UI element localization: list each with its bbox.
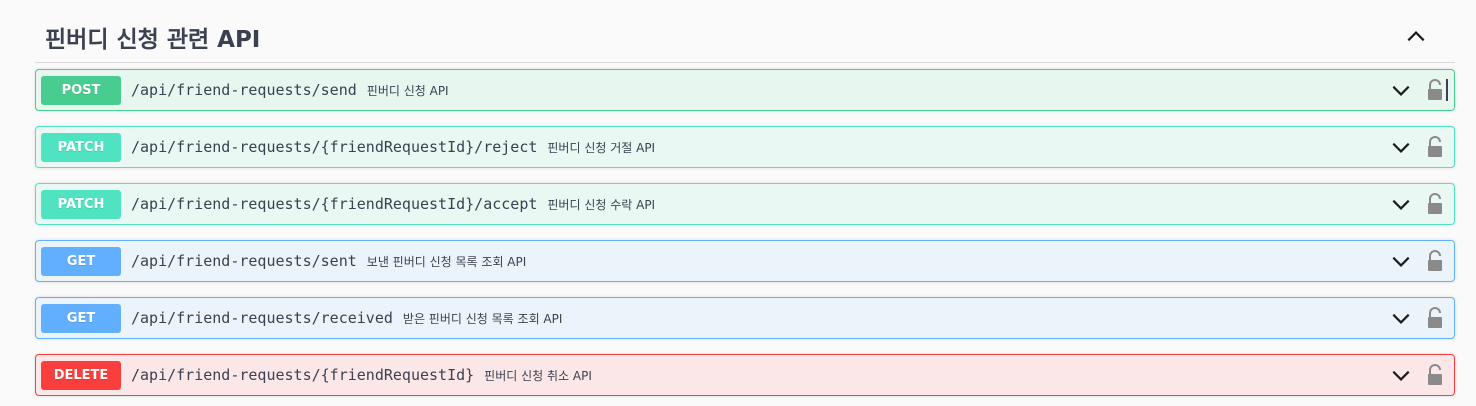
operation-delete-cancel[interactable]: DELETE /api/friend-requests/{friendReque… xyxy=(35,354,1455,396)
operation-path: /api/friend-requests/received xyxy=(131,309,393,327)
operation-path: /api/friend-requests/{friendRequestId}/a… xyxy=(131,195,538,213)
chevron-up-icon[interactable] xyxy=(1405,26,1427,48)
method-badge: PATCH xyxy=(41,189,121,219)
operation-summary: 핀버디 신청 취소 API xyxy=(484,368,592,383)
lock-icon[interactable] xyxy=(1426,307,1444,329)
operation-summary: 보낸 핀버디 신청 목록 조회 API xyxy=(366,254,527,269)
operation-summary: 핀버디 신청 수락 API xyxy=(547,197,656,212)
chevron-down-icon[interactable] xyxy=(1390,250,1412,272)
chevron-down-icon[interactable] xyxy=(1390,364,1412,386)
operation-summary: 핀버디 신청 거절 API xyxy=(547,140,656,155)
lock-icon[interactable] xyxy=(1426,250,1444,272)
method-badge: PATCH xyxy=(41,132,121,162)
lock-icon[interactable] xyxy=(1426,364,1444,386)
operation-post-send[interactable]: POST /api/friend-requests/send 핀버디 신청 AP… xyxy=(35,69,1455,111)
method-badge: DELETE xyxy=(41,360,121,390)
operation-path: /api/friend-requests/sent xyxy=(131,252,357,270)
tag-title[interactable]: 핀버디 신청 관련 API xyxy=(45,20,260,54)
tag-header[interactable]: 핀버디 신청 관련 API xyxy=(35,0,1455,63)
chevron-down-icon[interactable] xyxy=(1390,79,1412,101)
operation-get-sent[interactable]: GET /api/friend-requests/sent 보낸 핀버디 신청 … xyxy=(35,240,1455,282)
operation-path: /api/friend-requests/{friendRequestId}/r… xyxy=(131,138,538,156)
operation-path: /api/friend-requests/{friendRequestId} xyxy=(131,366,475,384)
chevron-down-icon[interactable] xyxy=(1390,307,1412,329)
lock-icon[interactable] xyxy=(1426,79,1444,101)
text-cursor xyxy=(1446,79,1448,101)
lock-icon[interactable] xyxy=(1426,193,1444,215)
operation-summary: 핀버디 신청 API xyxy=(366,83,449,98)
method-badge: GET xyxy=(41,246,121,276)
chevron-down-icon[interactable] xyxy=(1390,136,1412,158)
method-badge: GET xyxy=(41,303,121,333)
operation-summary: 받은 핀버디 신청 목록 조회 API xyxy=(402,311,563,326)
operation-patch-accept[interactable]: PATCH /api/friend-requests/{friendReques… xyxy=(35,183,1455,225)
operation-get-received[interactable]: GET /api/friend-requests/received 받은 핀버디… xyxy=(35,297,1455,339)
operation-path: /api/friend-requests/send xyxy=(131,81,357,99)
method-badge: POST xyxy=(41,75,121,105)
lock-icon[interactable] xyxy=(1426,136,1444,158)
operation-patch-reject[interactable]: PATCH /api/friend-requests/{friendReques… xyxy=(35,126,1455,168)
chevron-down-icon[interactable] xyxy=(1390,193,1412,215)
